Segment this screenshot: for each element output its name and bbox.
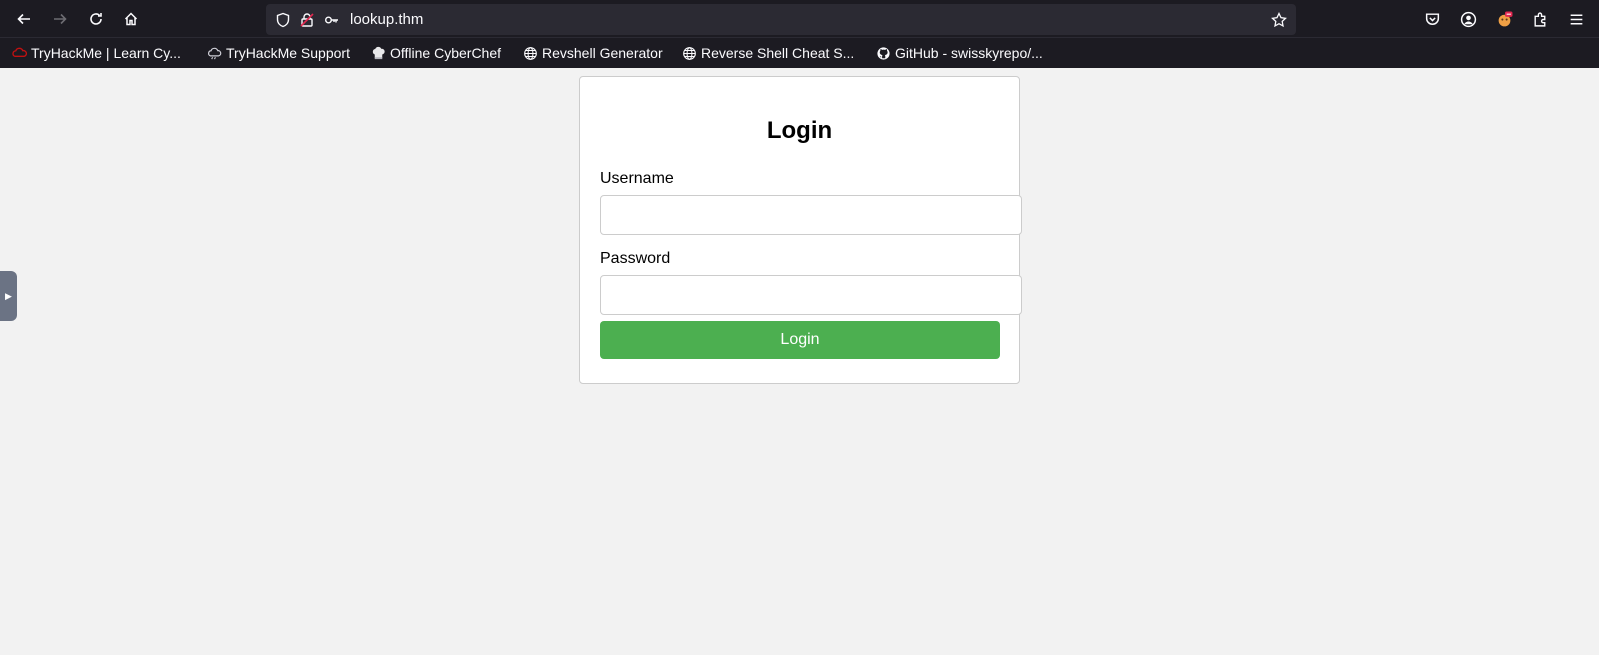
bookmark-offline-cyberchef[interactable]: Offline CyberChef xyxy=(370,44,501,62)
forward-button[interactable] xyxy=(45,4,75,34)
globe-icon xyxy=(681,45,697,61)
browser-toolbar: lookup.thm xyxy=(0,0,1599,37)
reload-icon xyxy=(90,13,102,25)
cloud-icon xyxy=(206,45,222,61)
forward-arrow-icon xyxy=(54,13,67,25)
shield-icon[interactable] xyxy=(274,11,292,29)
puzzle-icon xyxy=(1533,12,1545,27)
key-icon[interactable] xyxy=(323,11,341,29)
play-triangle-icon: ▶ xyxy=(5,290,12,301)
reload-button[interactable] xyxy=(81,4,111,34)
bookmark-tryhackme-support[interactable]: TryHackMe Support xyxy=(206,44,350,62)
bookmark-reverse-shell-cheat-sheet[interactable]: Reverse Shell Cheat S... xyxy=(681,44,854,62)
login-title: Login xyxy=(766,117,833,144)
bookmark-tryhackme[interactable]: TryHackMe | Learn Cy... xyxy=(11,44,181,62)
back-button[interactable] xyxy=(9,4,39,34)
extension-button[interactable] xyxy=(1489,4,1519,34)
tryhackme-icon xyxy=(11,45,27,61)
account-icon xyxy=(1460,11,1476,27)
back-arrow-icon xyxy=(17,13,30,25)
username-label: Username xyxy=(600,170,674,187)
bookmark-label: TryHackMe | Learn Cy... xyxy=(31,45,181,61)
insecure-lock-icon[interactable] xyxy=(298,11,316,29)
app-menu-button[interactable] xyxy=(1561,4,1591,34)
bookmark-label: Revshell Generator xyxy=(542,45,663,61)
bookmark-label: GitHub - swisskyrepo/... xyxy=(895,45,1043,61)
page-content: ▶ Login Username Password Login xyxy=(0,68,1599,655)
sidebar-toggle-handle[interactable]: ▶ xyxy=(0,271,17,321)
bookmarks-toolbar: TryHackMe | Learn Cy... TryHackMe Suppor… xyxy=(0,37,1599,68)
bookmark-label: Reverse Shell Cheat S... xyxy=(701,45,855,61)
chef-icon xyxy=(370,45,386,61)
globe-icon xyxy=(522,45,538,61)
home-button[interactable] xyxy=(116,4,146,34)
github-icon xyxy=(875,45,891,61)
bookmark-label: TryHackMe Support xyxy=(226,45,350,61)
account-button[interactable] xyxy=(1453,4,1483,34)
bookmark-label: Offline CyberChef xyxy=(390,45,502,61)
url-bar[interactable]: lookup.thm xyxy=(266,4,1296,35)
bookmark-revshell-generator[interactable]: Revshell Generator xyxy=(522,44,663,62)
login-card: Login Username Password Login xyxy=(579,76,1022,384)
bookmark-github-swisskyrepo[interactable]: GitHub - swisskyrepo/... xyxy=(875,44,1043,62)
home-icon xyxy=(124,12,138,26)
username-input[interactable] xyxy=(600,195,1022,235)
bookmark-star-icon[interactable] xyxy=(1270,11,1288,29)
password-label: Password xyxy=(600,250,671,267)
extensions-menu-button[interactable] xyxy=(1525,4,1555,34)
url-text[interactable]: lookup.thm xyxy=(350,11,423,29)
password-input[interactable] xyxy=(600,275,1022,315)
extension-icon xyxy=(1498,11,1512,26)
login-button[interactable]: Login xyxy=(600,321,1000,359)
hamburger-menu-icon xyxy=(1570,13,1582,25)
pocket-icon xyxy=(1425,12,1439,25)
pocket-button[interactable] xyxy=(1417,4,1447,34)
